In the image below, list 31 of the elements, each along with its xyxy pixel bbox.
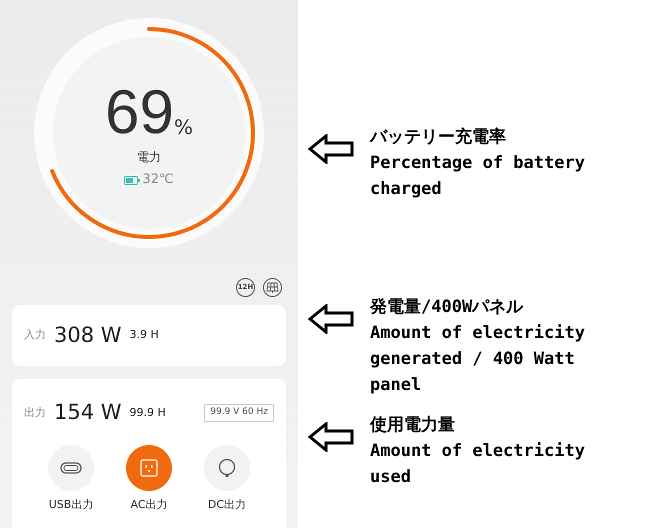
output-power: 154 W (54, 399, 122, 426)
dc-port-icon (218, 458, 236, 478)
annotation-text: Amount of electricity generated / 400 Watt panel (370, 322, 586, 397)
solar-panel-icon[interactable] (263, 278, 282, 297)
input-label: 入力 (24, 327, 46, 344)
power-label: 電力 (137, 149, 161, 166)
port-label: DC出力 (208, 496, 246, 512)
output-time: 99.9 H (130, 404, 166, 420)
left-arrow-icon (308, 422, 354, 452)
percent-unit: % (174, 114, 193, 142)
port-label: USB出力 (48, 496, 94, 512)
annotation-text: Amount of electricity used (370, 440, 586, 489)
outlet-icon (140, 458, 158, 476)
temperature: 32℃ (142, 171, 174, 190)
port-button[interactable] (126, 444, 172, 490)
port-button[interactable] (204, 444, 250, 490)
usb-port-icon (60, 462, 82, 474)
battery-icon (124, 176, 140, 184)
output-label: 出力 (24, 404, 46, 420)
annotation-title: バッテリー充電率 (370, 126, 507, 149)
left-arrow-icon (308, 134, 354, 164)
annotation-text: Percentage of battery charged (370, 152, 586, 201)
annotation-title: 発電量/400Wパネル (370, 296, 524, 319)
input-power: 308 W (54, 322, 122, 349)
battery-percent: 69 (105, 82, 174, 144)
port-button[interactable] (48, 444, 94, 490)
port-label: AC出力 (130, 496, 168, 512)
input-time: 3.9 H (130, 327, 159, 344)
voltage-frequency: 99.9 V 60 Hz (204, 404, 274, 422)
left-arrow-icon (308, 304, 354, 334)
annotation-title: 使用電力量 (370, 414, 456, 437)
